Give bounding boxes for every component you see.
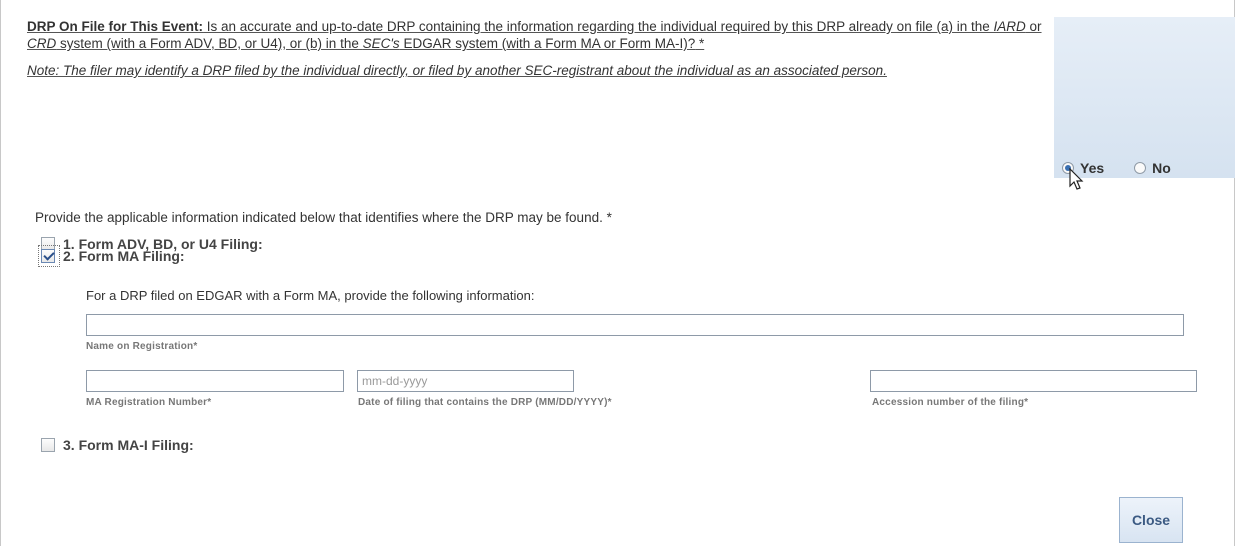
question-text-part2: system (with a Form ADV, BD, or U4), or …	[56, 36, 363, 51]
question-or: or	[1025, 19, 1042, 34]
name-on-registration-label: Name on Registration*	[86, 341, 198, 352]
close-button[interactable]: Close	[1119, 497, 1183, 543]
ma-registration-number-input[interactable]	[86, 370, 344, 392]
required-mark: *	[695, 36, 705, 51]
question-text: DRP On File for This Event: Is an accura…	[27, 18, 1045, 52]
question-note: Note: The filer may identify a DRP filed…	[27, 63, 887, 78]
question-title: DRP On File for This Event:	[27, 19, 204, 34]
form-ma-i-checkbox[interactable]	[41, 438, 55, 452]
iard-term: IARD	[993, 19, 1026, 34]
question-text-part3: EDGAR system (with a Form MA or Form MA-…	[399, 36, 696, 51]
form-ma-i-label: 3. Form MA-I Filing:	[63, 437, 194, 453]
answer-panel	[1054, 17, 1235, 178]
dialog-frame	[0, 0, 1235, 546]
accession-number-label: Accession number of the filing*	[872, 397, 1029, 408]
form-ma-checkbox[interactable]	[41, 249, 55, 263]
ma-registration-number-label: MA Registration Number*	[86, 397, 212, 408]
form-ma-label: 2. Form MA Filing:	[63, 248, 185, 264]
mouse-cursor-icon	[1069, 168, 1084, 190]
question-block: DRP On File for This Event: Is an accura…	[27, 18, 1045, 79]
filing-date-input[interactable]	[357, 370, 574, 392]
crd-term: CRD	[27, 36, 57, 51]
form-ma-intro: For a DRP filed on EDGAR with a Form MA,…	[86, 288, 535, 303]
question-text-part1: Is an accurate and up-to-date DRP contai…	[203, 19, 994, 34]
secs-term: SEC's	[362, 36, 400, 51]
option-form-ma-i[interactable]: 3. Form MA-I Filing:	[41, 437, 194, 453]
name-on-registration-input[interactable]	[86, 314, 1184, 336]
no-radio-option[interactable]: No	[1134, 160, 1171, 176]
option-form-ma[interactable]: 2. Form MA Filing:	[41, 248, 185, 264]
no-radio[interactable]	[1134, 162, 1147, 174]
provide-instructions: Provide the applicable information indic…	[35, 210, 612, 225]
no-label: No	[1152, 160, 1171, 176]
accession-number-input[interactable]	[870, 370, 1197, 392]
filing-date-label: Date of filing that contains the DRP (MM…	[358, 397, 612, 408]
